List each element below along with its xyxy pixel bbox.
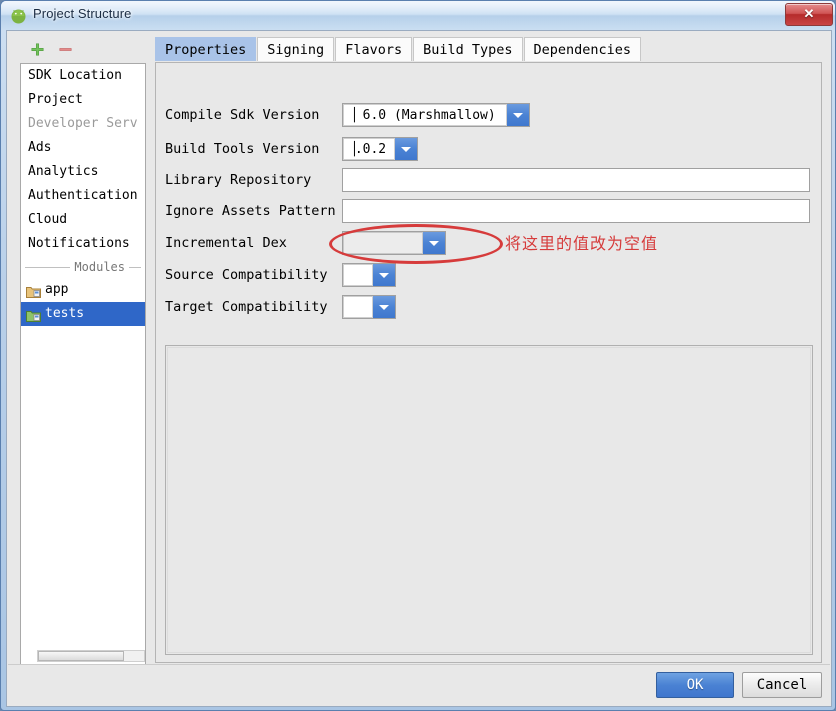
sidebar-items-container: SDK Location Project Developer Serv Ads … [21,64,145,326]
combo-value [343,232,423,254]
row-incremental-dex: Incremental Dex [156,229,821,257]
window-titlebar: Project Structure ✕ [1,1,835,30]
tab-properties[interactable]: Properties [155,37,257,61]
label-incremental-dex: Incremental Dex [165,235,287,251]
chevron-down-icon[interactable] [507,104,529,126]
sidebar-item-sdk-location[interactable]: SDK Location [21,64,145,88]
folder-module-icon [26,283,41,298]
dialog-client-area: SDK Location Project Developer Serv Ads … [6,30,832,707]
tab-build-types[interactable]: Build Types [413,37,523,61]
sidebar-item-label: Developer Serv [28,116,138,131]
row-build-tools-version: Build Tools Version ▕.0.2 [156,135,821,163]
combo-source-compatibility[interactable] [342,263,396,287]
label-library-repository: Library Repository [165,172,312,188]
ok-button[interactable]: OK [656,672,734,698]
label-build-tools-version: Build Tools Version [165,141,320,157]
chevron-down-icon[interactable] [373,296,395,318]
minus-icon[interactable] [57,41,74,58]
sidebar-item-project[interactable]: Project [21,88,145,112]
close-button[interactable]: ✕ [785,3,833,26]
sidebar-toolbar [19,39,149,61]
dialog-button-bar: OK Cancel [8,664,830,705]
sidebar-list[interactable]: SDK Location Project Developer Serv Ads … [20,63,146,667]
scrollbar-thumb[interactable] [38,651,124,661]
combo-compile-sdk-version[interactable]: ▕ 6.0 (Marshmallow) [342,103,530,127]
row-compile-sdk-version: Compile Sdk Version ▕ 6.0 (Marshmallow) [156,101,821,129]
tab-flavors[interactable]: Flavors [335,37,413,61]
tab-bar: Properties Signing Flavors Build Types D… [155,37,642,63]
sidebar-item-label: SDK Location [28,68,122,83]
tab-label: Flavors [345,42,403,58]
tab-label: Dependencies [533,42,632,58]
chevron-down-icon[interactable] [395,138,417,160]
project-structure-window: Project Structure ✕ SDK Location Project… [0,0,836,711]
sidebar-horizontal-scrollbar[interactable] [37,650,145,662]
sidebar-item-label: Analytics [28,164,99,179]
sidebar-module-label: tests [45,306,85,321]
sidebar-module-app[interactable]: app [21,278,145,302]
row-source-compatibility: Source Compatibility [156,261,821,289]
tab-label: Signing [267,42,325,58]
input-library-repository[interactable] [342,168,810,192]
row-target-compatibility: Target Compatibility [156,293,821,321]
sidebar-item-analytics[interactable]: Analytics [21,160,145,184]
sidebar-item-notifications[interactable]: Notifications [21,232,145,256]
sidebar-item-developer-services: Developer Serv [21,112,145,136]
window-title: Project Structure [33,6,132,21]
detail-panel-inner [167,347,811,653]
label-source-compatibility: Source Compatibility [165,267,328,283]
tab-label: Properties [165,42,247,58]
sidebar-module-tests[interactable]: tests [21,302,145,326]
row-library-repository: Library Repository [156,166,821,194]
plus-icon[interactable] [29,41,46,58]
folder-module-test-icon [26,307,41,322]
combo-value [343,296,373,318]
tab-dependencies[interactable]: Dependencies [523,37,642,61]
combo-value: ▕ 6.0 (Marshmallow) [343,104,507,126]
sidebar-item-label: Cloud [28,212,68,227]
input-ignore-assets-pattern[interactable] [342,199,810,223]
sidebar-item-label: Notifications [28,236,130,251]
sidebar-separator-modules: Modules [21,256,145,278]
sidebar-item-ads[interactable]: Ads [21,136,145,160]
combo-target-compatibility[interactable] [342,295,396,319]
combo-build-tools-version[interactable]: ▕.0.2 [342,137,418,161]
sidebar-item-cloud[interactable]: Cloud [21,208,145,232]
annotation-text: 将这里的值改为空值 [505,234,659,253]
chevron-down-icon[interactable] [373,264,395,286]
sidebar-item-label: Project [28,92,83,107]
sidebar-separator-label: Modules [70,260,129,274]
sidebar-module-label: app [45,282,69,297]
detail-panel [165,345,813,655]
label-compile-sdk-version: Compile Sdk Version [165,107,320,123]
sidebar-item-authentication[interactable]: Authentication [21,184,145,208]
tab-label: Build Types [423,42,513,58]
tab-signing[interactable]: Signing [257,37,335,61]
cancel-button[interactable]: Cancel [742,672,822,698]
android-studio-icon [10,7,27,24]
chevron-down-icon[interactable] [423,232,445,254]
row-ignore-assets-pattern: Ignore Assets Pattern [156,197,821,225]
combo-value: ▕.0.2 [343,138,395,160]
label-ignore-assets-pattern: Ignore Assets Pattern [165,203,336,219]
close-icon: ✕ [803,6,815,21]
combo-value [343,264,373,286]
sidebar-item-label: Authentication [28,188,138,203]
properties-panel: Compile Sdk Version ▕ 6.0 (Marshmallow) … [155,62,822,663]
combo-incremental-dex[interactable] [342,231,446,255]
label-target-compatibility: Target Compatibility [165,299,328,315]
sidebar-item-label: Ads [28,140,52,155]
